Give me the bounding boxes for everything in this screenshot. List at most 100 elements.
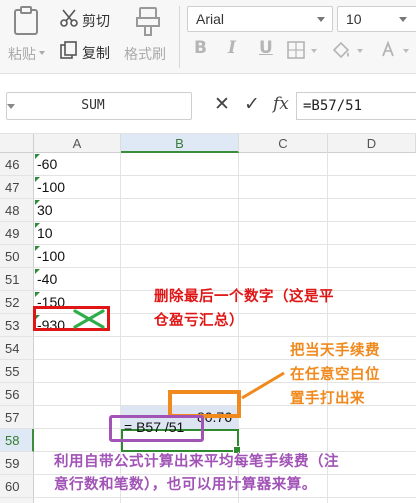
cell-a55[interactable] — [34, 360, 121, 383]
number-as-text-flag — [35, 246, 40, 251]
ribbon-toolbar: 粘贴 剪切 复制 格式刷 Arial 10 B I U — [0, 0, 416, 74]
column-header-a[interactable]: A — [34, 134, 121, 153]
cell-c48[interactable] — [239, 199, 328, 222]
font-size-select[interactable]: 10 — [337, 6, 416, 32]
copy-button[interactable]: 复制 — [58, 38, 120, 64]
fee-note-line2: 在任意空白位 — [290, 367, 380, 383]
table-row: -100 — [34, 176, 416, 199]
underline-button[interactable]: U — [259, 38, 273, 58]
scissors-icon — [60, 9, 78, 27]
cell-a57[interactable] — [34, 406, 121, 429]
clipboard-icon — [14, 6, 38, 35]
table-row: -60 — [34, 153, 416, 176]
cell-c49[interactable] — [239, 222, 328, 245]
format-painter-button[interactable]: 格式刷 — [124, 4, 172, 70]
number-as-text-flag — [35, 269, 40, 274]
cell-b46[interactable] — [121, 153, 239, 176]
cell-c58[interactable] — [239, 429, 328, 452]
cell-a54[interactable] — [34, 337, 121, 360]
fee-note-line3: 置手打出来 — [290, 391, 365, 407]
paste-label: 粘贴 — [8, 47, 36, 63]
cell-b47[interactable] — [121, 176, 239, 199]
name-box[interactable]: SUM — [6, 92, 192, 120]
chevron-down-icon[interactable] — [357, 49, 363, 53]
number-as-text-flag — [35, 177, 40, 182]
cell-a46[interactable]: -60 — [34, 153, 121, 176]
fee-note-line1: 把当天手续费 — [290, 343, 380, 359]
cell-b50[interactable] — [121, 245, 239, 268]
table-row: 10 — [34, 222, 416, 245]
cell-b49[interactable] — [121, 222, 239, 245]
cell-a56[interactable] — [34, 383, 121, 406]
delete-note-line1: 删除最后一个数字（这是平 — [154, 289, 334, 305]
cell-b55[interactable] — [121, 360, 239, 383]
row-header[interactable]: 60 — [0, 475, 34, 498]
formula-note-line2: 意行数和笔数），也可以用计算器来算。 — [54, 477, 317, 493]
chevron-down-icon — [399, 17, 407, 22]
cell-a48[interactable]: 30 — [34, 199, 121, 222]
row-header[interactable]: 52 — [0, 291, 34, 314]
row-header[interactable]: 54 — [0, 337, 34, 360]
row-header[interactable]: 50 — [0, 245, 34, 268]
cancel-icon[interactable]: ✕ — [214, 93, 230, 115]
paste-button[interactable]: 粘贴 — [6, 4, 46, 70]
chevron-down-icon — [39, 51, 45, 55]
chevron-down-icon — [317, 17, 325, 22]
cell-a61[interactable] — [34, 498, 121, 503]
italic-button[interactable]: I — [228, 38, 236, 58]
cell-c47[interactable] — [239, 176, 328, 199]
cell-b61[interactable] — [121, 498, 239, 503]
row-header[interactable]: 47 — [0, 176, 34, 199]
insert-function-button[interactable]: fx — [273, 94, 289, 114]
row-header[interactable]: 46 — [0, 153, 34, 176]
copy-label: 复制 — [82, 46, 110, 62]
cell-c61[interactable] — [239, 498, 328, 503]
cut-button[interactable]: 剪切 — [58, 6, 120, 32]
row-header[interactable]: 61 — [0, 498, 34, 503]
fill-color-icon[interactable] — [330, 40, 352, 60]
row-header[interactable]: 49 — [0, 222, 34, 245]
copy-icon — [60, 41, 77, 59]
chevron-down-icon[interactable] — [311, 49, 317, 53]
cut-label: 剪切 — [82, 14, 110, 30]
confirm-icon[interactable]: ✓ — [244, 93, 260, 115]
cell-a58[interactable] — [34, 429, 121, 452]
row-header[interactable]: 58 — [0, 429, 34, 452]
font-color-icon[interactable] — [378, 40, 398, 60]
column-header-c[interactable]: C — [239, 134, 328, 153]
row-header[interactable]: 56 — [0, 383, 34, 406]
border-icon[interactable] — [286, 40, 306, 60]
cell-a50[interactable]: -100 — [34, 245, 121, 268]
chevron-down-icon[interactable] — [403, 49, 409, 53]
cell-a49[interactable]: 10 — [34, 222, 121, 245]
cell-c53[interactable] — [239, 314, 328, 337]
delete-note-line2: 仓盈亏汇总） — [154, 313, 244, 329]
row-header[interactable]: 57 — [0, 406, 34, 429]
chevron-down-icon — [7, 104, 15, 109]
row-header[interactable]: 48 — [0, 199, 34, 222]
row-header[interactable]: 55 — [0, 360, 34, 383]
column-header-b[interactable]: B — [121, 134, 239, 153]
cell-c46[interactable] — [239, 153, 328, 176]
row-header[interactable]: 53 — [0, 314, 34, 337]
cell-c50[interactable] — [239, 245, 328, 268]
number-as-text-flag — [35, 200, 40, 205]
row-header[interactable]: 59 — [0, 452, 34, 475]
cell-a47[interactable]: -100 — [34, 176, 121, 199]
cell-b48[interactable] — [121, 199, 239, 222]
fee-highlight-box — [168, 390, 241, 418]
cell-b54[interactable] — [121, 337, 239, 360]
column-header-d[interactable]: D — [328, 134, 416, 153]
table-row — [34, 429, 416, 454]
table-row — [34, 498, 416, 503]
select-all-corner[interactable] — [0, 134, 34, 153]
table-row: -100 — [34, 245, 416, 268]
font-size-value: 10 — [346, 11, 362, 27]
formula-input[interactable]: =B57/51 — [296, 92, 416, 120]
row-header[interactable]: 51 — [0, 268, 34, 291]
number-as-text-flag — [35, 154, 40, 159]
cell-a51[interactable]: -40 — [34, 268, 121, 291]
formula-note-line1: 利用自带公式计算出来平均每笔手续费（注 — [54, 454, 339, 470]
font-name-select[interactable]: Arial — [187, 6, 333, 32]
bold-button[interactable]: B — [194, 38, 207, 58]
